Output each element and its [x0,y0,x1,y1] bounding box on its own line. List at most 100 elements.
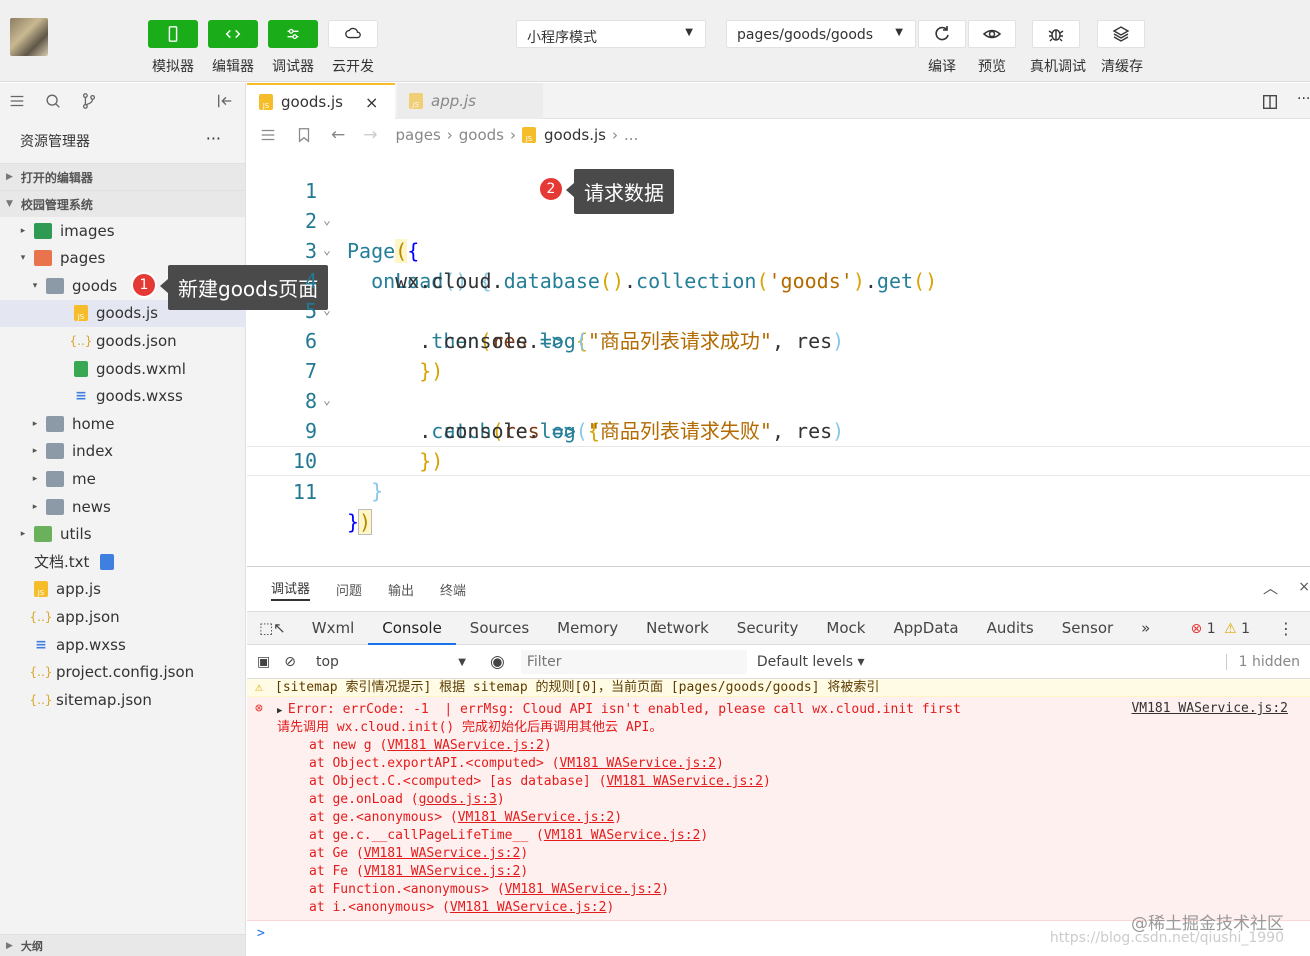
chevron-down-icon[interactable]: ▾ [30,281,40,291]
tab-appdata[interactable]: AppData [879,611,972,645]
tree-item[interactable]: {..} sitemap.json [0,686,246,713]
tab-problems[interactable]: 问题 [336,580,362,599]
back-arrow-icon[interactable]: ← [331,125,345,145]
chevron-right-icon[interactable]: ▸ [30,419,40,429]
tree-item[interactable]: {..} goods.json [0,327,246,354]
tab-audits[interactable]: Audits [973,611,1048,645]
close-icon[interactable]: × [1298,579,1310,595]
list-icon[interactable] [259,126,277,144]
breadcrumb-pages[interactable]: pages [396,126,441,144]
bookmark-icon[interactable] [295,126,313,144]
stack-frame-link[interactable]: VM181 WAService.js:2 [458,810,615,825]
stack-frame-link[interactable]: VM181 WAService.js:2 [505,882,662,897]
sidebar-toggle-icon[interactable]: ▣ [257,654,270,670]
tab-terminal[interactable]: 终端 [440,580,466,599]
chevron-right-icon[interactable]: ▸ [18,529,28,539]
tab-console[interactable]: Console [368,611,456,645]
chevron-right-icon[interactable]: ▸ [30,446,40,456]
debugger-button[interactable] [268,20,318,48]
split-editor-icon[interactable] [1261,93,1279,111]
console-filter-input[interactable] [520,649,747,674]
tree-item[interactable]: ▸ images [0,217,246,244]
forward-arrow-icon[interactable]: → [363,125,377,145]
tree-item[interactable]: ▸ home [0,410,246,437]
more-tabs-icon[interactable]: » [1127,611,1164,645]
stack-frame-link[interactable]: VM181 WAService.js:2 [450,900,607,915]
tab-sources[interactable]: Sources [456,611,543,645]
more-icon[interactable]: ··· [206,129,221,148]
compile-button[interactable] [918,20,966,48]
tree-item[interactable]: ▸ news [0,493,246,520]
git-branch-icon[interactable] [80,92,98,110]
stack-frame-link[interactable]: VM181 WAService.js:2 [544,828,701,843]
code-line: 10 } [247,416,1310,503]
open-editors-section[interactable]: ▶ 打开的编辑器 [0,163,245,190]
tree-item[interactable]: {..} project.config.json [0,659,246,686]
outline-section[interactable]: ▶ 大纲 [0,934,245,956]
kebab-menu-icon[interactable]: ⋮ [1278,612,1294,646]
chevron-up-icon[interactable]: ︿ [1263,577,1278,598]
clear-cache-button[interactable] [1097,20,1145,48]
clear-console-icon[interactable]: ⊘ [284,654,296,670]
tree-item[interactable]: ≡ goods.wxss [0,383,246,410]
log-levels-select[interactable]: Default levels ▾ [757,654,865,670]
breadcrumb-goods[interactable]: goods [459,126,504,144]
cloud-dev-button[interactable] [328,20,378,48]
tree-item[interactable]: ▸ index [0,438,246,465]
preview-button[interactable] [968,20,1016,48]
tab-wxml[interactable]: Wxml [298,611,369,645]
tree-item[interactable]: ▸ utils [0,521,246,548]
chevron-right-icon[interactable]: ▸ [30,502,40,512]
stack-frame-link[interactable]: VM181 WAService.js:2 [387,738,544,753]
tab-mock[interactable]: Mock [812,611,879,645]
tree-item[interactable]: 文档.txt [0,548,246,575]
code-editor[interactable]: 1 ⌄ Page({ 2 ⌄ onLoad() { 3 wx.cloud.dat… [247,146,1310,566]
code-line: 8 console.log("商品列表请求失败", res) [247,356,1310,443]
context-select[interactable]: top ▼ [316,654,466,670]
expand-arrow-icon[interactable]: ▶ [277,706,288,716]
tree-item[interactable]: goods.wxml [0,355,246,382]
search-icon[interactable] [44,92,62,110]
mode-select[interactable]: 小程序模式 ▼ [516,20,706,48]
tab-debugger[interactable]: 调试器 [271,578,311,601]
page-select[interactable]: pages/goods/goods ▼ [726,20,916,48]
tab-goods-js[interactable]: JS goods.js × [247,83,395,119]
error-icon: ⊗ [255,701,263,716]
stack-frame-text: at Object.exportAPI.<computed> ( [309,756,560,771]
user-avatar[interactable] [10,18,48,56]
collapse-panel-icon[interactable] [216,92,234,110]
stack-frame-link[interactable]: VM181 WAService.js:2 [606,774,763,789]
issue-counts[interactable]: ⊗ 1 ⚠ 1 [1191,612,1251,646]
error-source-link[interactable]: VM181 WAService.js:2 [1131,701,1288,716]
chevron-right-icon[interactable]: ▸ [30,474,40,484]
tab-sensor[interactable]: Sensor [1048,611,1127,645]
tab-network[interactable]: Network [632,611,723,645]
breadcrumb-file[interactable]: goods.js [544,126,606,144]
close-icon[interactable]: × [365,93,378,112]
editor-button[interactable] [208,20,258,48]
tab-memory[interactable]: Memory [543,611,632,645]
chevron-right-icon: › [446,126,453,144]
simulator-button[interactable] [148,20,198,48]
stack-frame-link[interactable]: VM181 WAService.js:2 [364,846,521,861]
tree-item[interactable]: JS app.js [0,576,246,603]
project-section[interactable]: ▼ 校园管理系统 [0,190,245,217]
inspect-icon[interactable]: ⬚↖ [247,611,298,645]
tree-item[interactable]: ≡ app.wxss [0,631,246,658]
stack-frame-link[interactable]: VM181 WAService.js:2 [364,864,521,879]
list-icon[interactable] [8,92,26,110]
more-actions-icon[interactable]: ··· [1297,91,1310,107]
paren: ) [700,828,709,843]
tree-item[interactable]: ▸ me [0,465,246,492]
tab-app-js[interactable]: JS app.js [397,83,543,119]
breadcrumb-more[interactable]: ... [624,126,638,144]
tab-security[interactable]: Security [723,611,813,645]
chevron-down-icon[interactable]: ▾ [18,253,28,263]
remote-debug-button[interactable] [1032,20,1080,48]
stack-frame-link[interactable]: VM181 WAService.js:2 [559,756,716,771]
eye-icon[interactable]: ◉ [490,652,505,672]
tree-item[interactable]: {..} app.json [0,603,246,630]
stack-frame-link[interactable]: goods.js:3 [419,792,497,807]
tab-output[interactable]: 输出 [388,580,414,599]
chevron-right-icon[interactable]: ▸ [18,226,28,236]
